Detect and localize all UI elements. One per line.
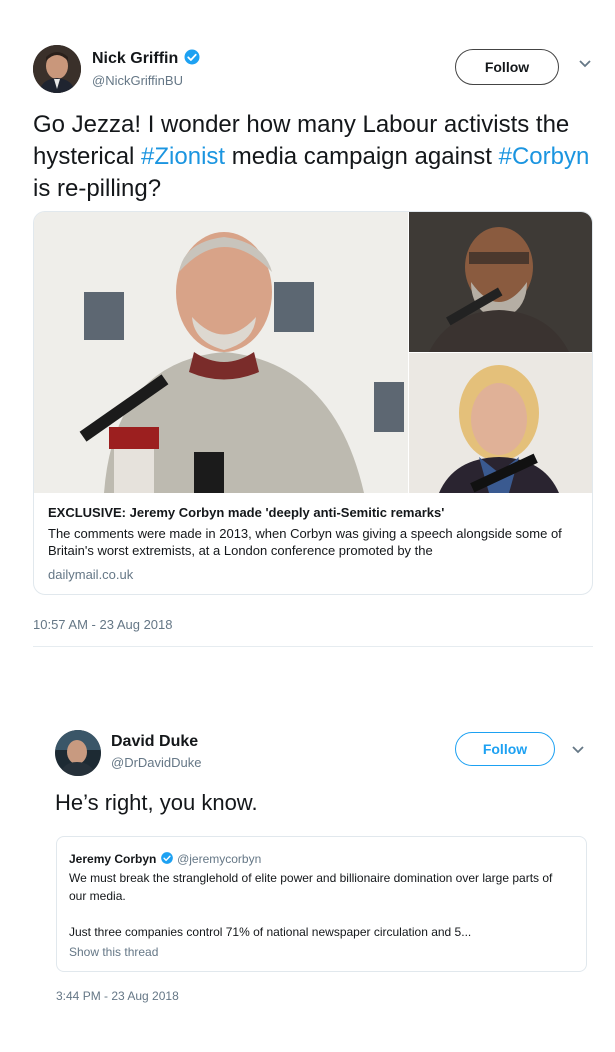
card-text-area: EXCLUSIVE: Jeremy Corbyn made 'deeply an… (48, 505, 578, 582)
card-image-main (34, 212, 408, 493)
quoted-text-line1: We must break the stranglehold of elite … (69, 871, 553, 903)
author-name-text[interactable]: Nick Griffin (92, 50, 178, 67)
avatar-nick-griffin[interactable] (33, 45, 81, 93)
card-image-top-right (409, 212, 592, 352)
tweet-timestamp-2[interactable]: 3:44 PM - 23 Aug 2018 (56, 989, 179, 1003)
quoted-author[interactable]: Jeremy Corbyn @jeremycorbyn (69, 851, 261, 866)
tweet-text-part: is re-pilling? (33, 175, 162, 202)
tweet-text: Go Jezza! I wonder how many Labour activ… (33, 109, 603, 205)
follow-button[interactable]: Follow (455, 49, 559, 85)
card-description: The comments were made in 2013, when Cor… (48, 526, 562, 558)
divider (33, 646, 593, 647)
quoted-tweet[interactable]: Jeremy Corbyn @jeremycorbyn We must brea… (56, 836, 587, 972)
avatar-image (33, 45, 81, 93)
quoted-author-name[interactable]: Jeremy Corbyn (69, 852, 156, 866)
hashtag-link[interactable]: #Corbyn (499, 143, 590, 170)
chevron-down-icon[interactable] (578, 56, 592, 75)
verified-badge-icon (160, 852, 173, 864)
author-handle-2[interactable]: @DrDavidDuke (111, 755, 202, 770)
link-card[interactable]: EXCLUSIVE: Jeremy Corbyn made 'deeply an… (33, 211, 593, 595)
tweet-text-2: He’s right, you know. (55, 790, 258, 815)
show-thread-link[interactable]: Show this thread (69, 945, 158, 959)
hashtag-link[interactable]: #Zionist (141, 143, 225, 170)
card-image-bottom-right (409, 353, 592, 493)
tweet-text-part: media campaign against (225, 143, 499, 170)
card-domain: dailymail.co.uk (48, 567, 134, 582)
avatar-david-duke[interactable] (55, 730, 101, 776)
author-name[interactable]: Nick Griffin (92, 48, 201, 68)
quoted-text-line2: Just three companies control 71% of nati… (69, 925, 472, 939)
quoted-author-handle[interactable]: @jeremycorbyn (177, 852, 261, 866)
verified-badge-icon (184, 49, 200, 65)
author-handle[interactable]: @NickGriffinBU (92, 73, 183, 88)
chevron-down-icon[interactable] (571, 742, 585, 761)
tweet-timestamp[interactable]: 10:57 AM - 23 Aug 2018 (33, 617, 173, 632)
follow-button-2[interactable]: Follow (455, 732, 555, 766)
card-title: EXCLUSIVE: Jeremy Corbyn made 'deeply an… (48, 505, 445, 520)
author-name-2[interactable]: David Duke (111, 733, 198, 751)
avatar-image (55, 730, 101, 776)
